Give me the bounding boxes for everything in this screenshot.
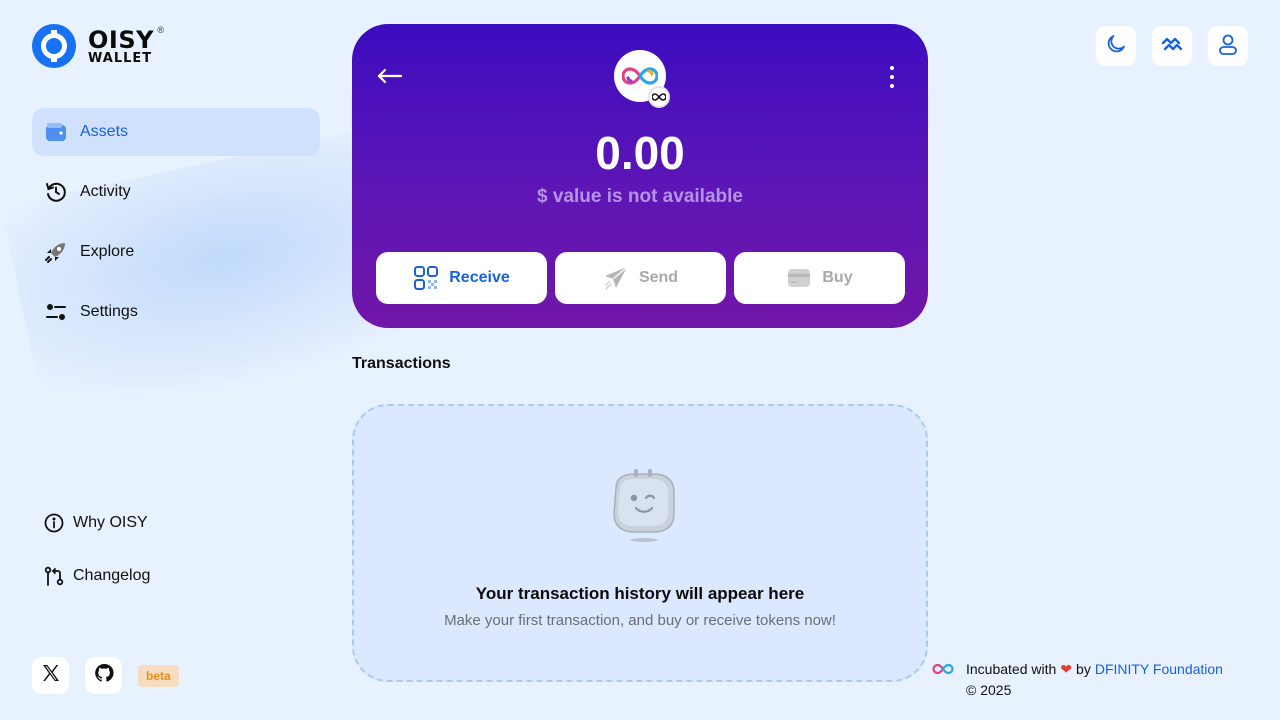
dot — [890, 84, 894, 88]
user-icon — [1217, 33, 1239, 60]
dfinity-foundation-link[interactable]: DFINITY Foundation — [1095, 661, 1223, 677]
network-badge-icon — [648, 86, 670, 108]
user-menu-button[interactable] — [1208, 26, 1248, 66]
sidebar-item-label: Activity — [80, 183, 131, 200]
empty-state-title: Your transaction history will appear her… — [475, 584, 805, 603]
info-icon — [44, 513, 64, 533]
transactions-empty-state: Your transaction history will appear her… — [352, 404, 928, 682]
back-button[interactable] — [376, 64, 404, 88]
beta-badge: beta — [138, 664, 179, 687]
waves-icon — [1161, 36, 1183, 57]
sidebar-item-label: Assets — [80, 123, 129, 140]
github-button[interactable] — [85, 657, 122, 694]
buy-button[interactable]: Buy — [734, 252, 905, 304]
x-twitter-button[interactable] — [32, 657, 69, 694]
git-compare-icon — [44, 566, 64, 586]
footer-credit: Incubated with ❤ by DFINITY Foundation — [932, 659, 1223, 679]
dot — [890, 75, 894, 79]
sidebar-item-label: Explore — [80, 243, 135, 260]
copyright: © 2025 — [966, 682, 1012, 698]
why-oisy-label: Why OISY — [73, 514, 148, 531]
sidebar-item-settings[interactable]: Settings — [32, 288, 320, 336]
social-links: beta — [32, 657, 179, 694]
robot-illustration-icon — [604, 468, 682, 546]
buy-label: Buy — [822, 269, 853, 286]
token-hero-card: 0.00 $ value is not available Receive Se… — [352, 24, 928, 328]
registered-mark: ® — [157, 24, 164, 35]
history-icon — [44, 180, 68, 204]
credit-card-icon — [786, 265, 812, 291]
sidebar-item-label: Settings — [80, 303, 138, 320]
x-icon — [41, 663, 61, 688]
empty-state-subtitle: Make your first transaction, and buy or … — [444, 612, 836, 629]
token-balance: 0.00 — [595, 127, 685, 179]
send-label: Send — [638, 269, 679, 286]
heart-icon: ❤ — [1060, 660, 1073, 677]
wallet-icon — [44, 120, 68, 144]
receive-button[interactable]: Receive — [376, 252, 547, 304]
rocket-icon — [44, 240, 68, 264]
github-icon — [94, 663, 114, 688]
incubated-text: Incubated with — [966, 661, 1057, 677]
oisy-logo[interactable]: OISY WALLET ® — [32, 24, 164, 68]
secondary-nav: Why OISY Changelog — [44, 510, 150, 616]
sidebar-item-assets[interactable]: Assets — [32, 108, 320, 156]
transactions-heading: Transactions — [352, 355, 451, 372]
arrow-left-icon — [376, 68, 404, 92]
sidebar-nav: Assets Activity Explore Settings — [32, 108, 320, 348]
why-oisy-link[interactable]: Why OISY — [44, 510, 150, 536]
logo-mark-icon — [32, 24, 76, 68]
logo-word-oisy: OISY — [88, 25, 154, 54]
logo-word-wallet: WALLET — [88, 50, 153, 66]
token-actions: Receive Send Buy — [376, 252, 905, 304]
by-text: by — [1076, 661, 1091, 677]
qr-code-icon — [413, 265, 439, 291]
usd-value-note: $ value is not available — [537, 186, 743, 207]
dot — [890, 66, 894, 70]
header-actions — [1096, 26, 1248, 66]
theme-toggle-button[interactable] — [1096, 26, 1136, 66]
logo-text: OISY WALLET ® — [88, 25, 164, 66]
changelog-link[interactable]: Changelog — [44, 563, 150, 589]
dfinity-logo-icon — [932, 663, 954, 675]
more-options-button[interactable] — [886, 66, 898, 88]
receive-label: Receive — [449, 269, 510, 286]
send-button[interactable]: Send — [555, 252, 726, 304]
footer: Incubated with ❤ by DFINITY Foundation ©… — [932, 659, 1223, 701]
paper-plane-icon — [603, 265, 629, 291]
sidebar-item-explore[interactable]: Explore — [32, 228, 320, 276]
network-switcher-button[interactable] — [1152, 26, 1192, 66]
sliders-icon — [44, 300, 68, 324]
sidebar-item-activity[interactable]: Activity — [32, 168, 320, 216]
changelog-label: Changelog — [73, 567, 151, 584]
moon-icon — [1105, 33, 1127, 60]
